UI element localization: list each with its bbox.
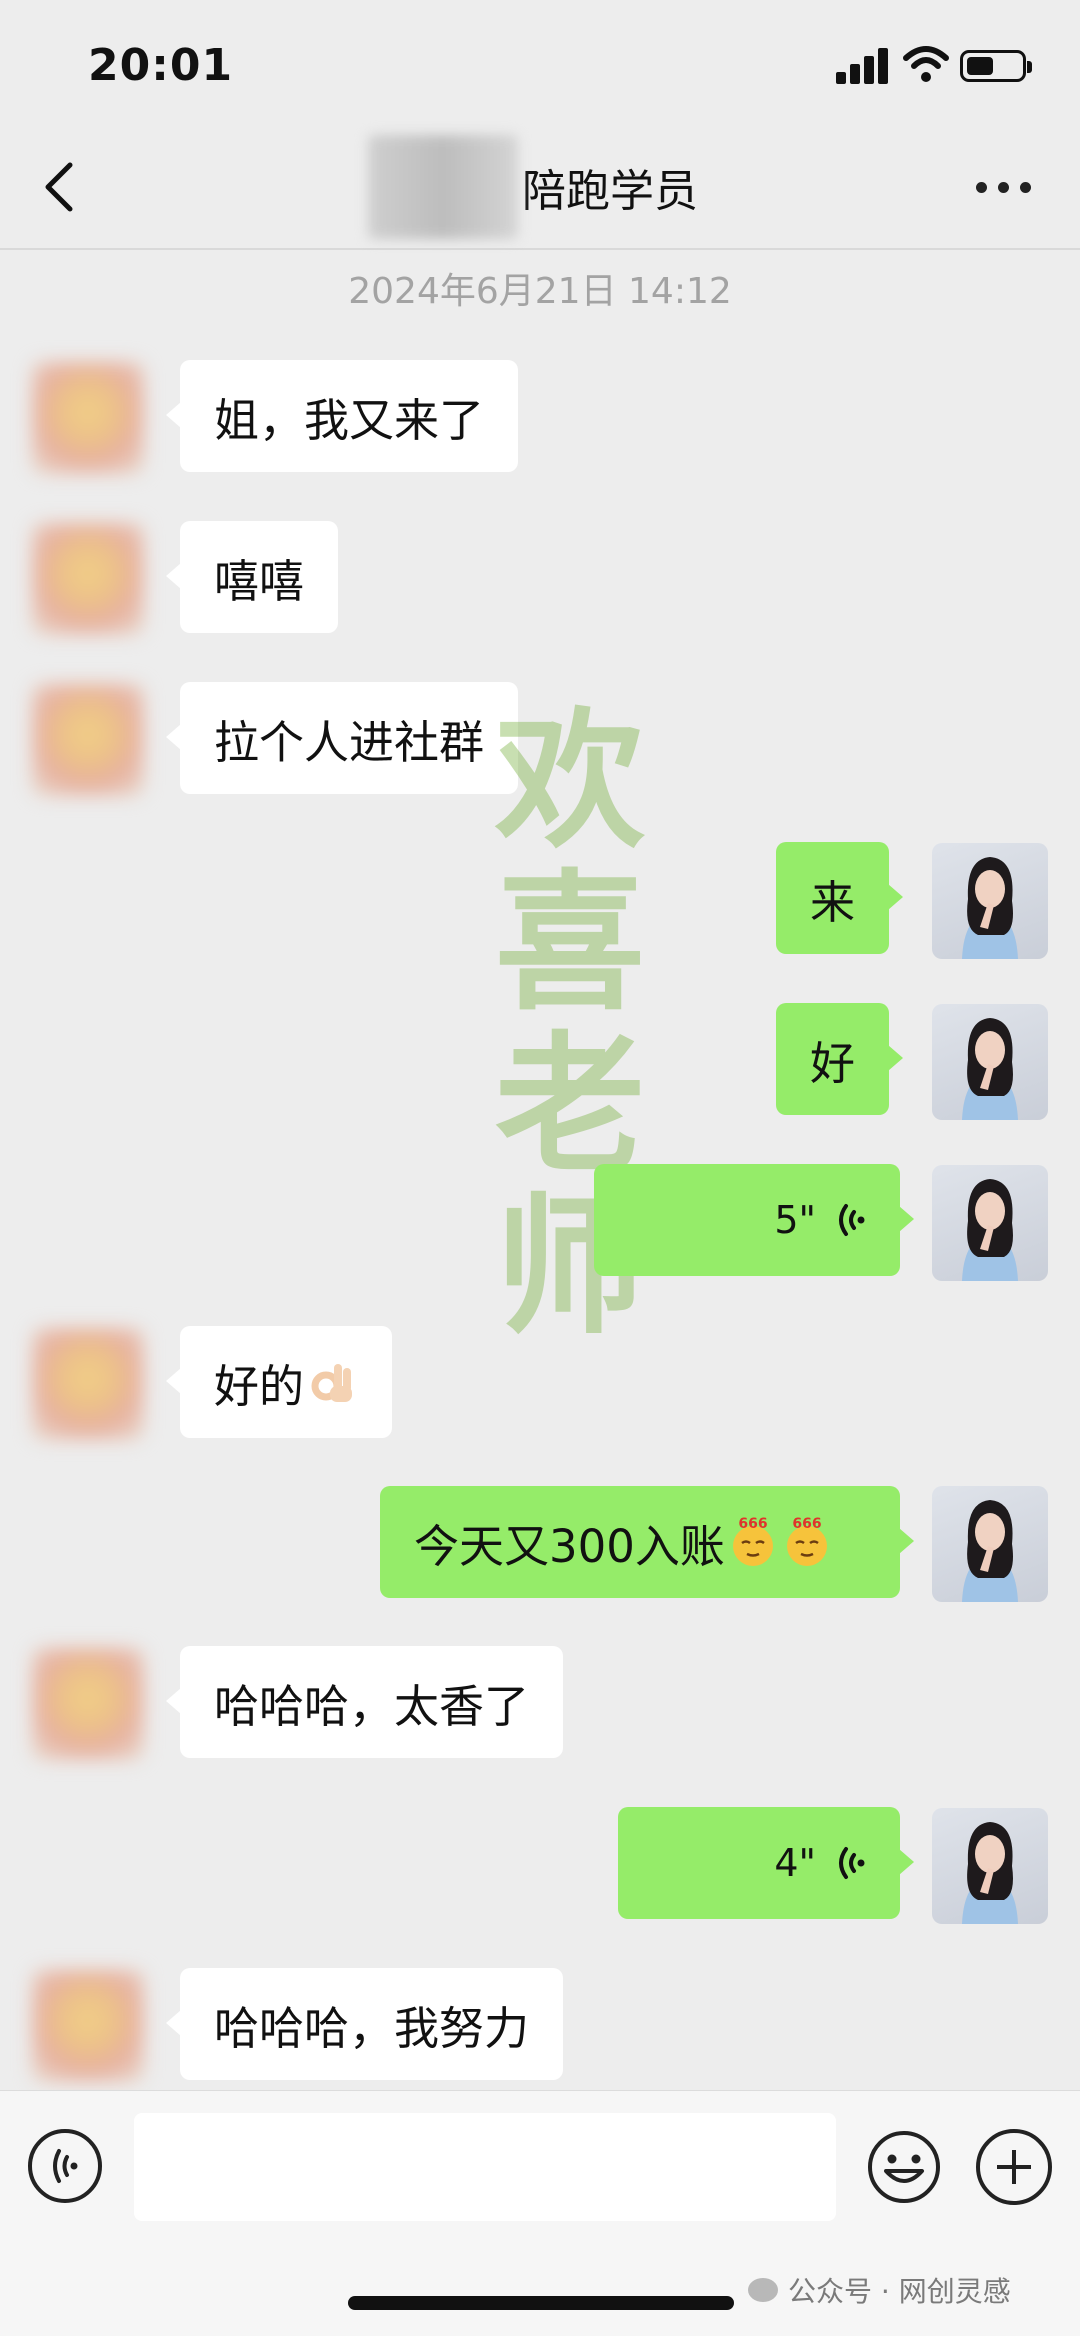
666-face-icon: 666 bbox=[786, 1516, 827, 1566]
contact-avatar[interactable] bbox=[32, 523, 144, 635]
message-text: 姐，我又来了 bbox=[214, 393, 485, 447]
message-text: 好 bbox=[810, 1036, 856, 1090]
chat-header: 陪跑学员 bbox=[0, 125, 1080, 250]
voice-wave-icon bbox=[53, 2149, 78, 2183]
add-icon[interactable] bbox=[976, 2129, 1052, 2205]
outgoing-message-bubble[interactable]: 好 bbox=[776, 1003, 904, 1115]
outgoing-message-bubble[interactable]: 今天又300入账 666 666 bbox=[380, 1486, 914, 1598]
contact-avatar[interactable] bbox=[32, 1970, 144, 2082]
voice-input-button[interactable] bbox=[28, 2129, 102, 2203]
wechat-logo-icon bbox=[748, 2278, 778, 2302]
message-text: 拉个人进社群 bbox=[214, 715, 485, 769]
outgoing-message-bubble[interactable]: 来 bbox=[776, 842, 904, 954]
message-text: 好的 bbox=[214, 1359, 305, 1413]
wifi-icon bbox=[903, 46, 949, 82]
incoming-message-bubble[interactable]: 姐，我又来了 bbox=[165, 360, 519, 472]
message-input[interactable] bbox=[134, 2113, 836, 2221]
emoji-icon[interactable] bbox=[866, 2129, 942, 2205]
home-indicator[interactable] bbox=[348, 2296, 734, 2310]
source-watermark: 公众号 · 网创灵感 bbox=[748, 2270, 1011, 2310]
incoming-message-bubble[interactable]: 哈哈哈，我努力 bbox=[165, 1968, 564, 2080]
more-icon[interactable] bbox=[976, 179, 1032, 195]
chat-title-area: 陪跑学员 bbox=[368, 135, 698, 239]
message-timestamp: 2024年6月21日 14:12 bbox=[348, 271, 732, 312]
message-text: 哈哈哈，我努力 bbox=[214, 2001, 530, 2055]
my-avatar[interactable] bbox=[932, 1808, 1048, 1924]
status-time: 20:01 bbox=[88, 40, 234, 91]
message-text: 来 bbox=[810, 875, 856, 929]
my-avatar[interactable] bbox=[932, 1486, 1048, 1602]
signal-icon bbox=[836, 46, 890, 84]
contact-avatar[interactable] bbox=[32, 684, 144, 796]
svg-text:666: 666 bbox=[738, 1516, 767, 1532]
blurred-name bbox=[368, 135, 518, 239]
my-avatar[interactable] bbox=[932, 843, 1048, 959]
voice-duration: 5" bbox=[774, 1198, 816, 1242]
contact-avatar[interactable] bbox=[32, 1648, 144, 1760]
my-avatar[interactable] bbox=[932, 1004, 1048, 1120]
666-face-icon: 666 bbox=[732, 1516, 773, 1566]
watermark-char: 喜 bbox=[494, 855, 645, 1031]
voice-message-bubble[interactable]: 5" bbox=[594, 1164, 914, 1276]
voice-duration: 4" bbox=[774, 1841, 816, 1885]
incoming-message-bubble[interactable]: 好的 bbox=[165, 1326, 393, 1438]
message-text: 哈哈哈，太香了 bbox=[214, 1679, 530, 1733]
contact-avatar[interactable] bbox=[32, 1328, 144, 1440]
source-text: 公众号 · 网创灵感 bbox=[788, 2275, 1011, 2308]
voice-wave-icon bbox=[839, 1204, 865, 1236]
ok-hand-icon bbox=[311, 1364, 353, 1402]
voice-wave-icon bbox=[839, 1847, 865, 1879]
chat-title: 陪跑学员 bbox=[522, 166, 698, 217]
contact-avatar[interactable] bbox=[32, 362, 144, 474]
svg-text:666: 666 bbox=[792, 1516, 821, 1532]
watermark-char: 欢 bbox=[494, 693, 645, 869]
status-bar: 20:01 bbox=[0, 0, 1080, 125]
watermark-char: 老 bbox=[494, 1017, 645, 1193]
my-avatar[interactable] bbox=[932, 1165, 1048, 1281]
battery-icon bbox=[960, 50, 1032, 82]
voice-message-bubble[interactable]: 4" bbox=[618, 1807, 914, 1919]
message-text: 今天又300入账 bbox=[414, 1519, 725, 1573]
incoming-message-bubble[interactable]: 嘻嘻 bbox=[165, 521, 339, 633]
incoming-message-bubble[interactable]: 哈哈哈，太香了 bbox=[165, 1646, 564, 1758]
message-text: 嘻嘻 bbox=[214, 554, 305, 608]
back-icon[interactable] bbox=[40, 159, 80, 215]
